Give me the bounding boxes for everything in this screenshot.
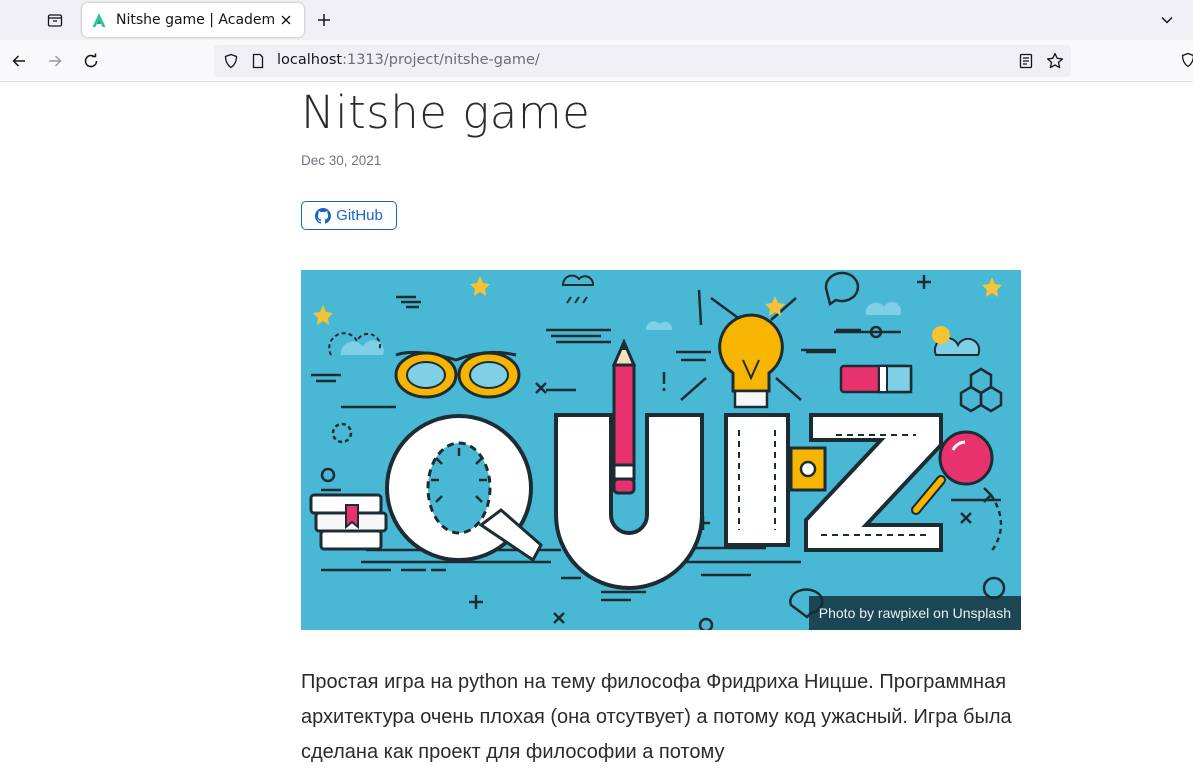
star-icon[interactable] [1046,52,1064,70]
pencil [611,338,637,495]
page-icon[interactable] [250,53,266,69]
list-all-tabs-button[interactable] [1153,6,1181,34]
curved-arrow [989,494,1003,553]
arrow-right-icon [49,55,62,67]
glasses [394,350,521,399]
github-button[interactable]: GitHub [301,201,397,230]
back-button[interactable] [5,47,33,75]
article-body: Простая игра на python на тему философа … [301,671,1012,763]
chevron-down-icon [1161,16,1173,24]
tab-title: Nitshe game | Academic [116,12,276,28]
navigation-bar: localhost:1313/project/nitshe-game/ [0,40,1193,82]
quiz-illustration [309,271,1006,630]
tab-list-icon [47,14,63,27]
github-icon [315,207,332,224]
extension-shield-icon[interactable] [1180,52,1193,68]
tab-list-button[interactable] [40,6,70,34]
close-tab-button[interactable] [276,10,296,30]
letter-q [385,414,543,563]
featured-image[interactable]: Photo by rawpixel on Unsplash [301,270,1021,630]
books [309,493,388,551]
url-text[interactable]: localhost:1313/project/nitshe-game/ [277,52,540,68]
url-path: :1313/project/nitshe-game/ [342,52,540,68]
close-icon [281,15,291,25]
url-host: localhost [277,52,343,68]
forward-button[interactable] [41,47,69,75]
clouds [328,274,981,356]
hexagons [959,367,1003,413]
lightbulb [718,313,784,409]
sharpener [789,446,827,492]
image-caption[interactable]: Photo by rawpixel on Unsplash [808,596,1021,630]
page-content: Nitshe game Dec 30, 2021 GitHub Photo by… [0,82,1193,770]
browser-tab-active[interactable]: Nitshe game | Academic [82,3,304,37]
page-title: Nitshe game [301,86,591,139]
stars [313,276,1002,325]
new-tab-button[interactable] [310,6,338,34]
letter-i [724,413,790,547]
github-button-label: GitHub [336,207,383,224]
reload-button[interactable] [77,47,105,75]
tab-bar: Nitshe game | Academic [0,0,1193,40]
plus-icon [318,14,330,26]
arrow-left-icon [12,55,25,67]
publish-date: Dec 30, 2021 [301,153,382,168]
url-bar[interactable]: localhost:1313/project/nitshe-game/ [214,45,1071,77]
eraser [839,364,913,394]
academic-logo-icon [92,13,106,27]
reload-icon [84,53,98,68]
shield-icon[interactable] [223,53,239,69]
speech-bubbles [789,271,860,619]
reader-view-icon[interactable] [1018,53,1034,69]
